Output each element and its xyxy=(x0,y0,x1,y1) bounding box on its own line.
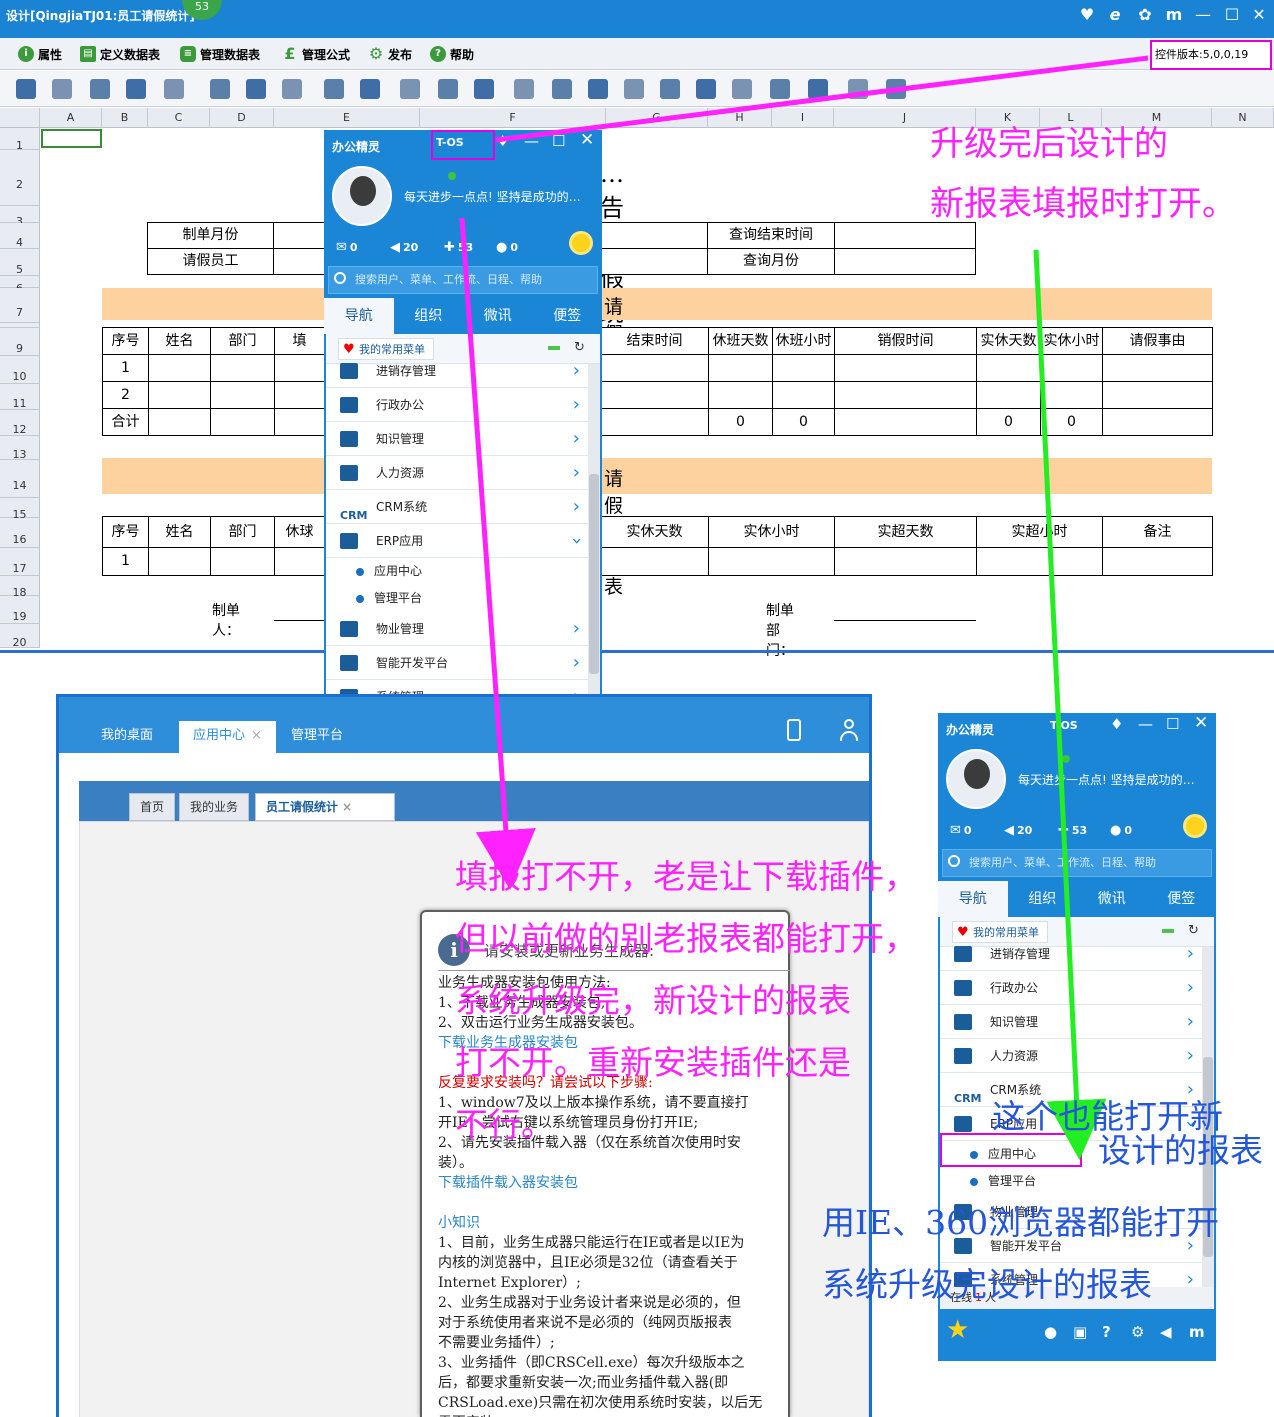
screenshot-root: { "window": {"title": "设计[QingjiaTJ01:员工… xyxy=(0,0,1274,1417)
annotation-right-2b: 系统升级完设计的报表 xyxy=(822,1265,1152,1304)
annotation-right-2a: 用IE、360浏览器都能打开 xyxy=(822,1203,1220,1242)
annotation-top-right-2: 新报表填报时打开。 xyxy=(930,184,1236,224)
annotation-middle-2: 但以前做的别老报表都能打开， xyxy=(455,919,917,958)
annotation-right-1b: 设计的报表 xyxy=(1098,1131,1263,1170)
annotation-middle-3: 系统升级完，新设计的报表 xyxy=(455,981,851,1020)
annotation-middle-1: 填报打不开，老是让下载插件， xyxy=(455,857,917,896)
annotation-middle-5: 不行。 xyxy=(455,1105,554,1144)
annotation-top-right-1: 升级完后设计的 xyxy=(930,124,1168,164)
arrow-tos-to-dialog xyxy=(459,217,536,890)
annotation-middle-4: 打不开。重新安装插件还是 xyxy=(455,1043,851,1082)
arrow-green xyxy=(1033,249,1107,1160)
